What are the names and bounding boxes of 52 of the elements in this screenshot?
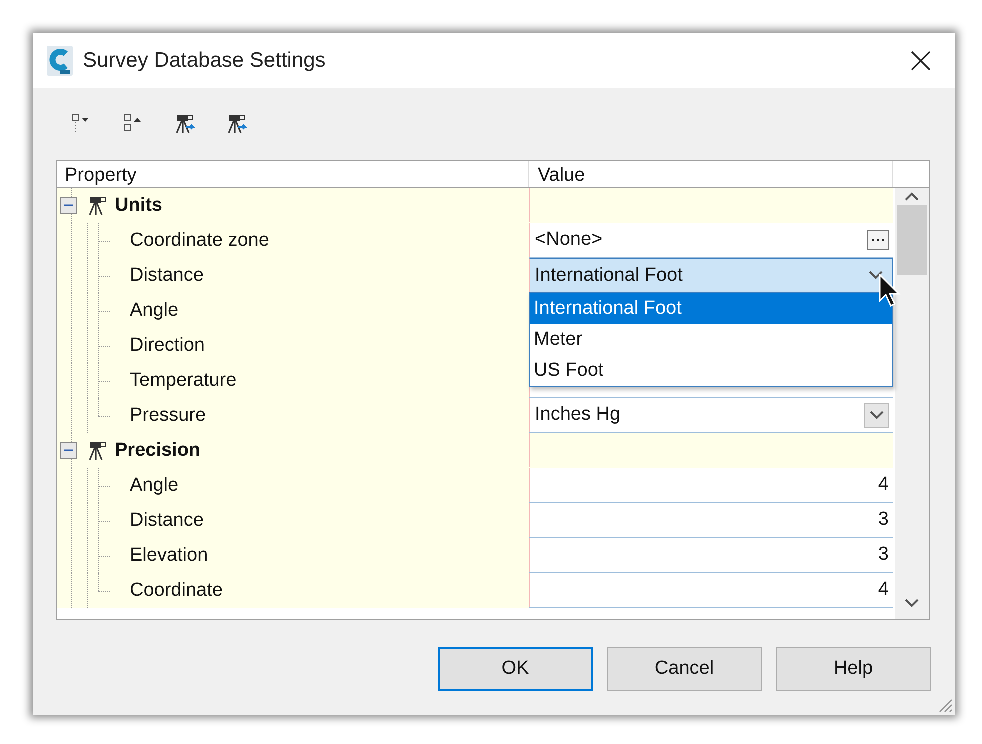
dropdown-option[interactable]: US Foot [530,355,892,386]
dropdown-value[interactable]: Inches Hg [535,404,864,426]
property-label: Distance [130,264,204,286]
property-label: Coordinate [130,580,223,602]
column-header: Property [57,161,529,187]
property-label: Angle [130,474,179,496]
collapse-icon[interactable] [60,197,77,214]
property-label: Temperature [130,370,237,392]
tree-expand-icon [71,113,91,135]
scrollbar[interactable] [895,188,929,619]
column-header: Value [529,161,893,187]
dialog-button[interactable]: Cancel [607,647,762,691]
value-field[interactable]: 3 [529,538,893,573]
property-label: Pressure [130,404,206,426]
property-label: Elevation [130,544,208,566]
tripod-instrument-icon [174,113,196,135]
dropdown-button[interactable] [864,402,889,428]
category-label: Units [115,194,162,216]
value-text: 3 [877,544,889,566]
value-field[interactable]: 4 [529,468,893,503]
chevron-down-icon [868,271,882,280]
app-logo-icon [47,46,73,76]
dropdown-option[interactable]: Meter [530,324,892,355]
chevron-up-icon [905,192,919,201]
dropdown-option[interactable]: International Foot [530,293,892,324]
value-text: 3 [877,509,889,531]
category-label: Precision [115,440,201,462]
property-label: Coordinate zone [130,230,270,252]
tripod-instrument-icon [87,194,109,216]
property-label: Distance [130,510,204,532]
collapse-icon[interactable] [60,442,77,459]
tripod-instrument-icon [226,113,248,135]
chevron-down-icon [905,599,919,608]
scroll-thumb[interactable] [897,205,927,275]
value-field[interactable]: <None> [529,223,893,258]
tripod-instrument-icon [87,440,109,462]
value-field[interactable]: 3 [529,503,893,538]
window-title: Survey Database Settings [83,48,327,72]
dropdown-value[interactable]: International Foot [535,264,863,286]
dialog-button[interactable]: OK [438,647,593,691]
ellipsis-icon [872,238,884,242]
value-text: 4 [877,474,889,496]
value-text: <None> [535,229,604,251]
property-label: Direction [130,334,205,356]
chevron-down-icon [870,410,884,420]
browse-button[interactable] [867,230,889,250]
close-icon [911,50,931,70]
property-label: Angle [130,300,179,322]
value-text: 4 [877,579,889,601]
dialog-button[interactable]: Help [776,647,931,691]
value-field[interactable]: Inches Hg [529,398,893,433]
value-field[interactable]: 4 [529,573,893,608]
